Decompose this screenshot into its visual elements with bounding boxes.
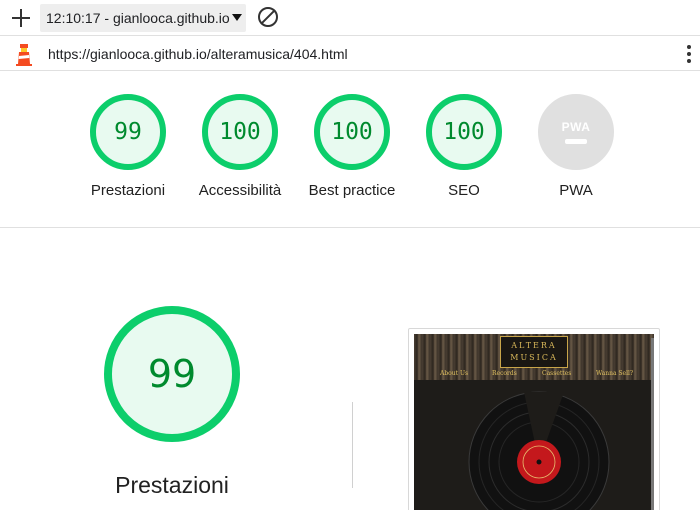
gauge-label: Accessibilità <box>198 182 282 199</box>
gauge-best-practices[interactable]: 100 Best practice <box>292 94 412 199</box>
screenshot-scrollbar <box>651 338 654 510</box>
vinyl-record-icon <box>468 391 610 510</box>
lighthouse-icon <box>16 44 32 66</box>
caret-down-icon <box>232 14 242 21</box>
logo-line: ALTERA <box>511 341 557 350</box>
pwa-badge-text: PWA <box>561 120 591 134</box>
gauge-label: Prestazioni <box>90 182 166 199</box>
report-select[interactable]: 12:10:17 - gianlooca.github.io <box>40 4 246 32</box>
kebab-menu-icon[interactable] <box>686 45 692 65</box>
site-nav-item: About Us <box>440 370 469 377</box>
performance-title: Prestazioni <box>115 472 229 498</box>
gauge-accessibility[interactable]: 100 Accessibilità <box>180 94 300 199</box>
dash-icon <box>565 139 587 144</box>
screenshot-image: ALTERA MUSICA About Us Records Cassettes… <box>414 334 654 510</box>
site-nav-item: Cassettes <box>542 370 572 377</box>
report-select-value: 12:10:17 - gianlooca.github.io <box>46 10 230 26</box>
tab-bar: 12:10:17 - gianlooca.github.io <box>0 0 700 36</box>
logo-line: MUSICA <box>510 353 558 362</box>
gauge-performance[interactable]: 99 Prestazioni <box>68 94 188 199</box>
block-icon[interactable] <box>258 7 278 27</box>
final-screenshot[interactable]: ALTERA MUSICA About Us Records Cassettes… <box>408 328 660 510</box>
gauge-score: 100 <box>314 94 390 170</box>
gauge-score: 100 <box>426 94 502 170</box>
gauge-label: SEO <box>448 182 480 199</box>
site-nav-item: Records <box>492 370 517 377</box>
pwa-badge-icon: PWA <box>538 94 614 170</box>
plus-icon[interactable] <box>10 7 32 29</box>
site-nav: About Us Records Cassettes Wanna Sell? <box>414 370 654 380</box>
score-summary: 99 Prestazioni 100 Accessibilità 100 Bes… <box>0 72 700 228</box>
gauge-label: PWA <box>559 182 593 199</box>
site-logo: ALTERA MUSICA <box>500 336 568 368</box>
performance-score-gauge: 99 <box>104 306 240 442</box>
site-nav-item: Wanna Sell? <box>596 370 634 377</box>
gauge-score: 100 <box>202 94 278 170</box>
gauge-score: 99 <box>90 94 166 170</box>
gauge-pwa[interactable]: PWA PWA <box>516 94 636 199</box>
gauge-seo[interactable]: 100 SEO <box>404 94 524 199</box>
page-url[interactable]: https://gianlooca.github.io/alteramusica… <box>48 46 348 62</box>
url-bar: https://gianlooca.github.io/alteramusica… <box>0 37 700 71</box>
gauge-label: Best practice <box>308 182 396 199</box>
divider <box>352 402 353 488</box>
